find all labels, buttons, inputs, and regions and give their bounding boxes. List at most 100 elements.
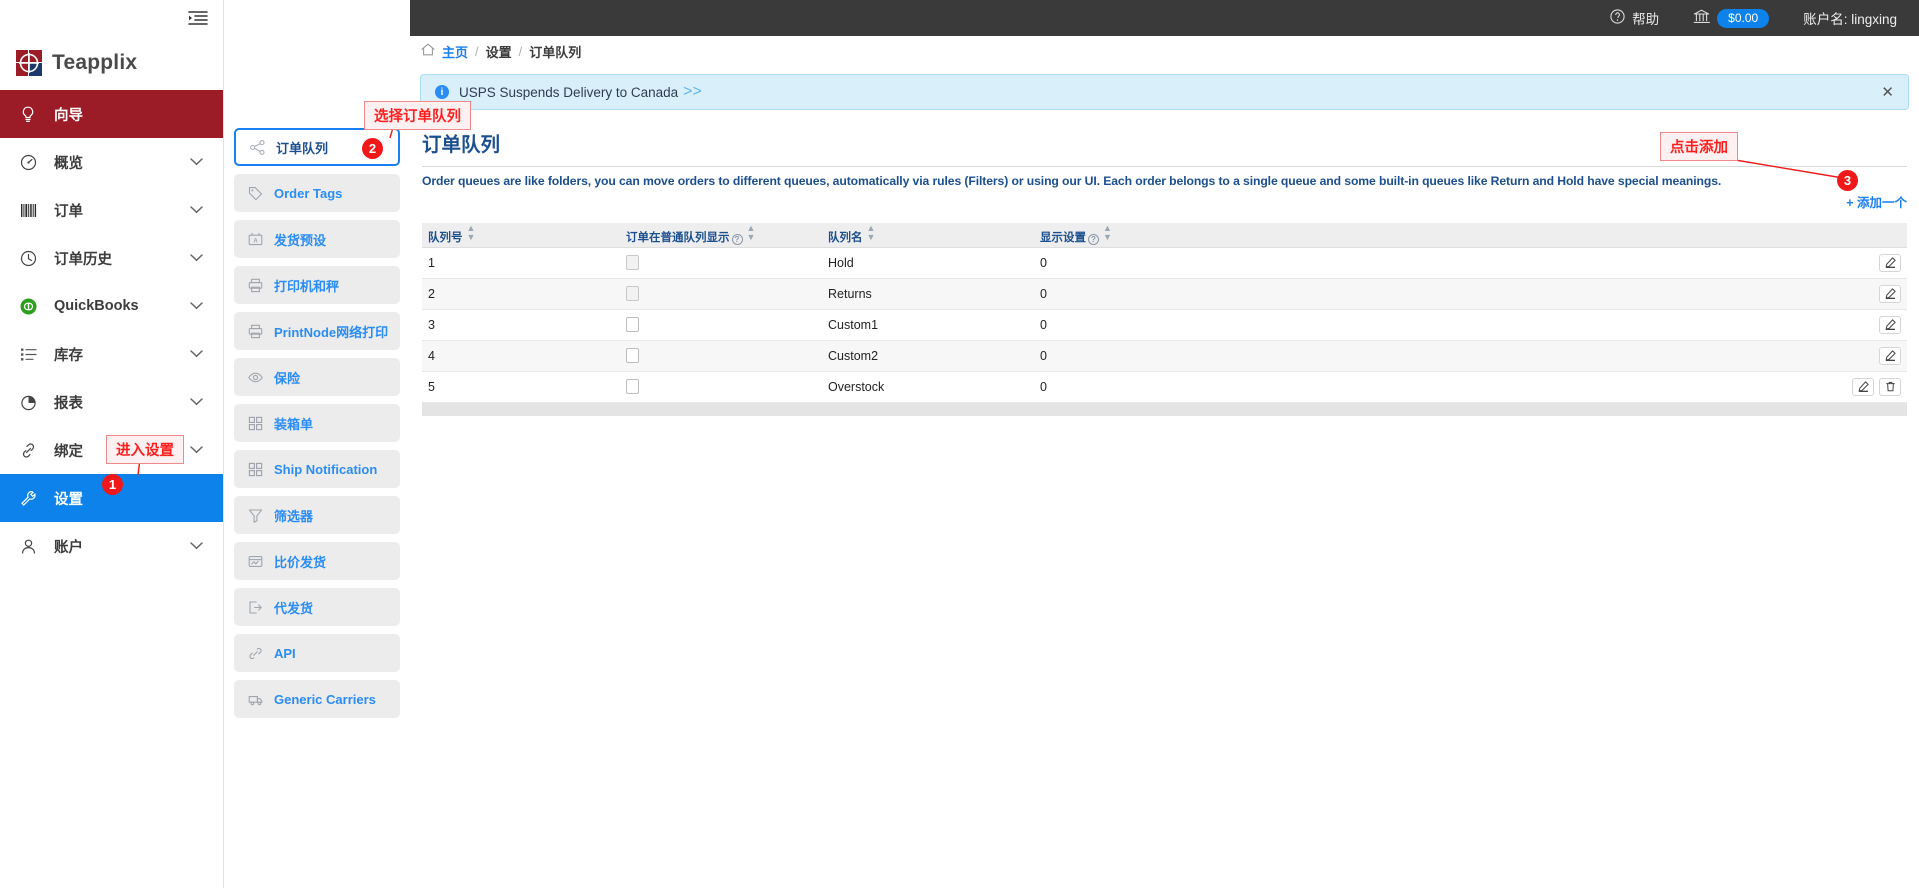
trash-icon[interactable] — [1879, 377, 1901, 396]
chevron-down-icon[interactable] — [190, 394, 203, 410]
account-name[interactable]: 账户名: lingxing — [1803, 8, 1897, 28]
cell-actions — [1594, 340, 1907, 372]
compare-rates-icon — [248, 554, 264, 569]
cell-show-in-normal-queue[interactable] — [620, 247, 822, 279]
add-queue-link[interactable]: + 添加一个 — [1846, 192, 1907, 211]
edit-icon[interactable] — [1879, 315, 1901, 334]
submenu-item-generic-carriers[interactable]: Generic Carriers — [234, 680, 400, 718]
chevron-down-icon[interactable] — [190, 202, 203, 218]
col-queue-number[interactable]: 队列号 ▲ ▼ — [422, 223, 620, 248]
dropship-icon — [248, 600, 264, 615]
shipping-preset-icon: A — [248, 232, 264, 247]
cell-queue-number: 4 — [422, 340, 620, 372]
sidebar-item-overview[interactable]: 概览 — [0, 138, 223, 186]
close-icon[interactable]: ✕ — [1881, 83, 1894, 101]
sidebar-item-label: 订单 — [54, 203, 83, 220]
table-row[interactable]: 1 Hold 0 — [422, 247, 1907, 279]
edit-icon[interactable] — [1879, 284, 1901, 303]
banner-link[interactable]: >> — [683, 83, 702, 101]
cell-show-in-normal-queue[interactable] — [620, 371, 822, 403]
sidebar-item-label: QuickBooks — [54, 298, 139, 314]
submenu-item-label: 装箱单 — [274, 416, 314, 432]
col-display-setting[interactable]: 显示设置 ? ▲ ▼ — [1034, 223, 1594, 248]
sidebar-item-label: 设置 — [54, 491, 83, 508]
sidebar-item-reports[interactable]: 报表 — [0, 378, 223, 426]
help-icon[interactable]: ? — [731, 234, 743, 246]
gauge-icon — [20, 154, 42, 171]
table-row[interactable]: 4 Custom2 0 — [422, 340, 1907, 372]
submenu-item-api[interactable]: API — [234, 634, 400, 672]
sidebar-item-guide[interactable]: 向导 — [0, 90, 223, 138]
submenu-item-packing-slip[interactable]: 装箱单 — [234, 404, 400, 442]
sidebar-item-orders[interactable]: 订单 — [0, 186, 223, 234]
submenu-item-shipping-preset[interactable]: A 发货预设 — [234, 220, 400, 258]
help-button[interactable]: 帮助 — [1610, 8, 1659, 28]
table-row[interactable]: 2 Returns 0 — [422, 278, 1907, 310]
edit-icon[interactable] — [1879, 253, 1901, 272]
edit-icon[interactable] — [1879, 346, 1901, 365]
title-divider — [422, 166, 1907, 167]
clock-icon — [20, 250, 42, 267]
help-label: 帮助 — [1632, 12, 1660, 27]
checkbox-icon[interactable] — [626, 379, 639, 394]
tag-icon — [248, 186, 264, 201]
checkbox-icon[interactable] — [626, 255, 639, 270]
submenu-item-order-tags[interactable]: Order Tags — [234, 174, 400, 212]
filter-icon — [248, 508, 264, 523]
cell-actions — [1594, 247, 1907, 279]
checkbox-icon[interactable] — [626, 286, 639, 301]
collapse-sidebar-icon[interactable] — [187, 7, 209, 29]
edit-icon[interactable] — [1852, 377, 1874, 396]
sort-icon[interactable]: ▲ ▼ — [467, 224, 476, 242]
submenu-item-label: 比价发货 — [274, 554, 327, 570]
chevron-down-icon[interactable] — [190, 442, 203, 458]
sort-icon[interactable]: ▲ ▼ — [867, 224, 876, 242]
table-header-row: 队列号 ▲ ▼ 订单在普通队列显示 ? ▲ ▼ 队列名 ▲ ▼ 显示设置 ? ▲ ▼ — [422, 223, 1907, 248]
balance-badge: $0.00 — [1717, 8, 1770, 28]
wrench-icon — [20, 490, 42, 507]
table-row[interactable]: 5 Overstock 0 — [422, 371, 1907, 403]
checkbox-icon[interactable] — [626, 348, 639, 363]
submenu-item-dropship[interactable]: 代发货 — [234, 588, 400, 626]
col-show-in-normal-queue[interactable]: 订单在普通队列显示 ? ▲ ▼ — [620, 223, 822, 248]
submenu-item-insurance[interactable]: 保险 — [234, 358, 400, 396]
table-row[interactable]: 3 Custom1 0 — [422, 309, 1907, 341]
checkbox-icon[interactable] — [626, 317, 639, 332]
sidebar-item-order-history[interactable]: 订单历史 — [0, 234, 223, 282]
breadcrumb-home[interactable]: 主页 — [442, 42, 468, 61]
chevron-down-icon[interactable] — [190, 154, 203, 170]
submenu-item-ship-notification[interactable]: Ship Notification — [234, 450, 400, 488]
sidebar-item-quickbooks[interactable]: QuickBooks — [0, 282, 223, 330]
sidebar-item-account[interactable]: 账户 — [0, 522, 223, 570]
balance-button[interactable]: $0.00 — [1693, 8, 1770, 28]
cell-display-setting: 0 — [1034, 278, 1594, 310]
submenu-item-label: PrintNode网络打印 — [274, 324, 389, 340]
user-icon — [20, 538, 42, 555]
sort-icon[interactable]: ▲ ▼ — [747, 224, 756, 242]
submenu-item-label: API — [274, 645, 296, 661]
submenu-item-compare-rates[interactable]: 比价发货 — [234, 542, 400, 580]
brand[interactable]: Teapplix — [0, 36, 223, 90]
table-footer-scrollbar[interactable] — [422, 402, 1907, 416]
help-icon[interactable]: ? — [1088, 234, 1099, 246]
chevron-down-icon[interactable] — [190, 538, 203, 554]
annotation-label-2: 选择订单队列 — [364, 101, 471, 130]
chevron-down-icon[interactable] — [190, 250, 203, 266]
cell-show-in-normal-queue[interactable] — [620, 278, 822, 310]
chevron-down-icon[interactable] — [190, 298, 203, 314]
submenu-item-filters[interactable]: 筛选器 — [234, 496, 400, 534]
cell-queue-number: 1 — [422, 247, 620, 279]
sidebar-item-inventory[interactable]: 库存 — [0, 330, 223, 378]
col-queue-name[interactable]: 队列名 ▲ ▼ — [822, 223, 1034, 248]
cell-show-in-normal-queue[interactable] — [620, 340, 822, 372]
chevron-down-icon[interactable] — [190, 346, 203, 362]
submenu-item-printers-scales[interactable]: 打印机和秤 — [234, 266, 400, 304]
submenu-item-printnode[interactable]: PrintNode网络打印 — [234, 312, 400, 350]
banner-text: USPS Suspends Delivery to Canada — [459, 84, 679, 100]
cell-show-in-normal-queue[interactable] — [620, 309, 822, 341]
breadcrumb-settings[interactable]: 设置 — [486, 42, 512, 61]
barcode-icon — [20, 203, 42, 218]
sort-icon[interactable]: ▲ ▼ — [1103, 224, 1112, 242]
home-icon[interactable] — [421, 43, 435, 59]
cell-display-setting: 0 — [1034, 247, 1594, 279]
